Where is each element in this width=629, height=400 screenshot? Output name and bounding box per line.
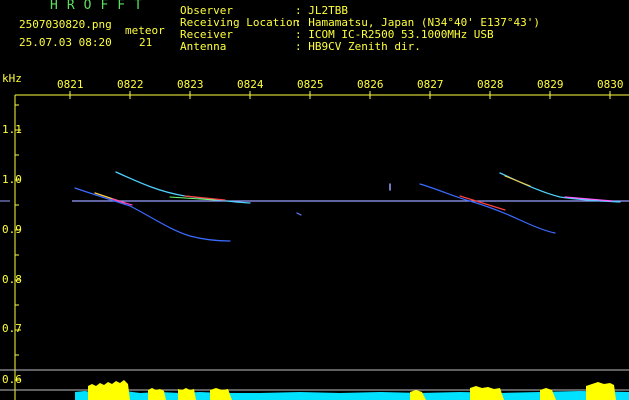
meteor-trace [419,183,556,234]
level-burst [586,382,616,400]
meteor-trace [499,172,621,203]
level-burst [470,386,504,400]
level-burst [88,380,130,400]
y-tick-marks [15,104,21,381]
level-burst [178,388,196,400]
meteor-trace [74,187,231,242]
meteor-trace-core [111,198,133,206]
meteor-trace-core [459,195,506,211]
spectrogram-screen: HROFFT 2507030820.png meteor 25.07.03 08… [0,0,629,400]
meteor-traces [74,171,621,242]
meteor-ping [296,212,302,216]
meteor-trace-core [504,175,531,187]
spectrogram-plot [0,91,629,400]
